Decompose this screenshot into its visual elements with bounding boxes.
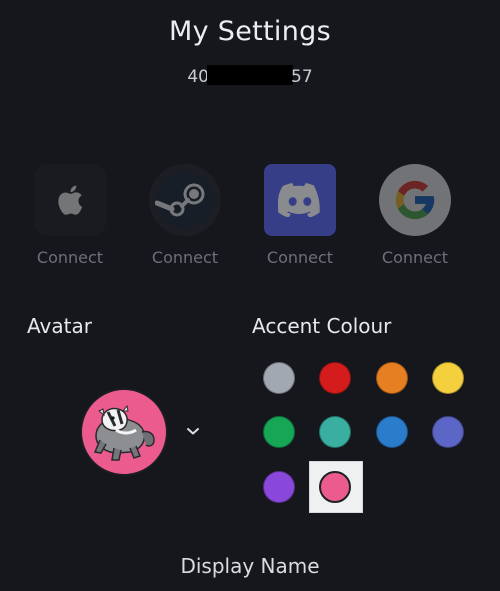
- apple-icon: [34, 164, 106, 236]
- accent-swatch-green[interactable]: [263, 416, 295, 448]
- user-id: 40 57: [0, 65, 500, 87]
- steam-icon: [149, 164, 221, 236]
- accent-swatch-indigo[interactable]: [432, 416, 464, 448]
- accent-colour-title: Accent Colour: [252, 314, 392, 338]
- accent-swatch-orange[interactable]: [376, 362, 408, 394]
- connect-google-label: Connect: [381, 248, 449, 267]
- connect-google[interactable]: Connect: [360, 164, 470, 267]
- display-name-title: Display Name: [180, 554, 320, 578]
- badger-avatar-image: [93, 404, 155, 461]
- discord-icon: [264, 164, 336, 236]
- user-id-start: 40: [187, 67, 209, 87]
- accent-swatch-blue[interactable]: [376, 416, 408, 448]
- connect-apple-label: Connect: [36, 248, 104, 267]
- accent-swatch-grey[interactable]: [263, 362, 295, 394]
- connect-steam[interactable]: Connect: [130, 164, 240, 267]
- google-icon: [379, 164, 451, 236]
- connect-discord-label: Connect: [266, 248, 334, 267]
- connections-row: Connect Connect Connect Connect: [0, 164, 500, 274]
- accent-swatch-yellow[interactable]: [432, 362, 464, 394]
- accent-swatch-pink[interactable]: [319, 471, 351, 503]
- user-id-end: 57: [291, 67, 313, 87]
- redaction-bar: [207, 65, 293, 85]
- connect-apple[interactable]: Connect: [15, 164, 125, 267]
- connect-discord[interactable]: Connect: [245, 164, 355, 267]
- accent-swatch-red[interactable]: [319, 362, 351, 394]
- connect-steam-label: Connect: [151, 248, 219, 267]
- accent-swatch-purple[interactable]: [263, 471, 295, 503]
- avatar[interactable]: [80, 388, 168, 476]
- avatar-title: Avatar: [27, 314, 92, 338]
- chevron-down-icon: [187, 428, 199, 435]
- accent-swatch-teal[interactable]: [319, 416, 351, 448]
- page-title: My Settings: [169, 16, 331, 47]
- avatar-menu-toggle[interactable]: [183, 421, 203, 441]
